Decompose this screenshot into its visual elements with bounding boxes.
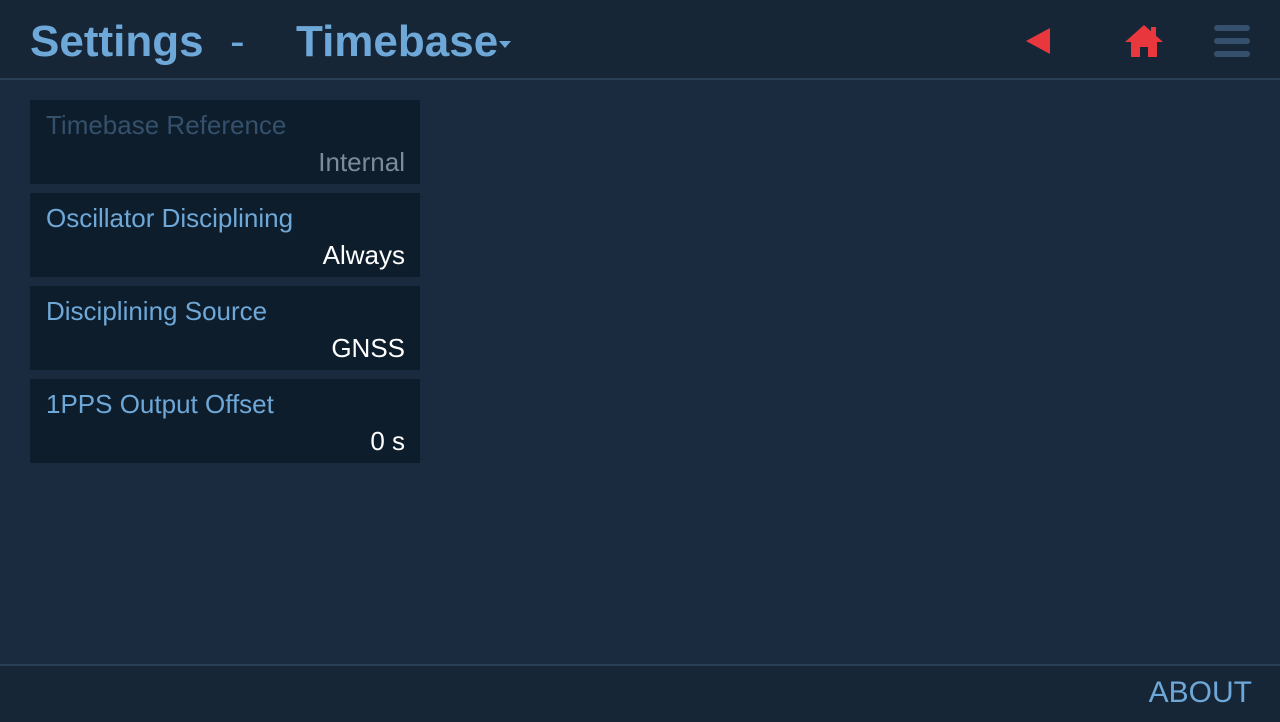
- setting-label: Oscillator Disciplining: [46, 203, 294, 233]
- setting-label: Timebase Reference: [46, 110, 287, 140]
- setting-value: 0 s: [370, 426, 405, 456]
- setting-oscillator-disciplining[interactable]: Oscillator Disciplining Always: [30, 193, 420, 277]
- caret-down-icon[interactable]: [499, 41, 511, 48]
- back-triangle-icon: [1026, 28, 1050, 54]
- setting-timebase-reference: Timebase Reference Internal: [30, 100, 420, 184]
- setting-disciplining-source[interactable]: Disciplining Source GNSS: [30, 286, 420, 370]
- back-button[interactable]: [1016, 17, 1064, 65]
- home-button[interactable]: [1120, 17, 1168, 65]
- section-title: Settings: [30, 17, 204, 66]
- header-bar: Settings - Timebase: [0, 0, 1280, 80]
- about-link[interactable]: ABOUT: [1149, 676, 1252, 710]
- setting-1pps-output-offset[interactable]: 1PPS Output Offset 0 s: [30, 379, 420, 463]
- setting-label: 1PPS Output Offset: [46, 389, 274, 419]
- setting-value: Internal: [318, 147, 405, 177]
- footer-bar: ABOUT: [0, 664, 1280, 722]
- settings-panel: Timebase Reference Internal Oscillator D…: [0, 80, 1280, 664]
- setting-value: Always: [322, 240, 405, 270]
- setting-label: Disciplining Source: [46, 296, 268, 326]
- setting-value: GNSS: [331, 333, 405, 363]
- page-title-dropdown[interactable]: Timebase: [296, 16, 498, 68]
- menu-button[interactable]: [1208, 17, 1256, 65]
- hamburger-menu-icon: [1214, 25, 1250, 57]
- home-icon: [1125, 25, 1163, 57]
- title-separator: -: [230, 17, 245, 66]
